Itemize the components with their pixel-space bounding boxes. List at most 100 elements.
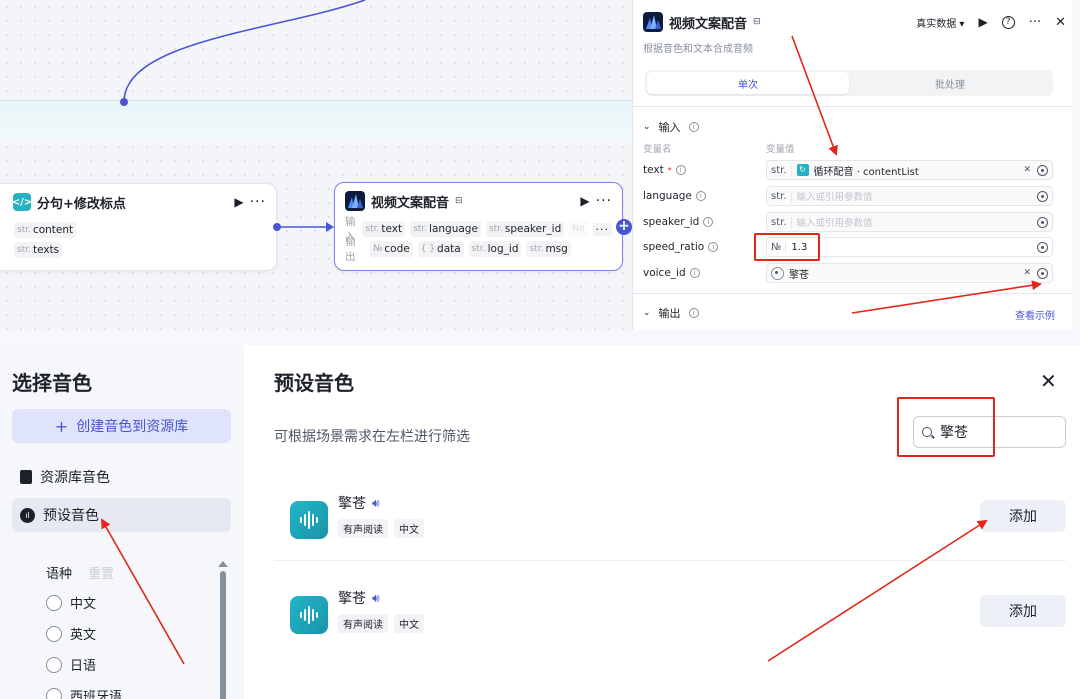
info-icon: i [688, 308, 699, 318]
info-icon: i [689, 268, 700, 278]
create-voice-button[interactable]: + 创建音色到资源库 [12, 409, 231, 443]
run-icon[interactable]: ▶ [978, 15, 987, 29]
var-ref-value: 循环配音 · contentList [813, 166, 919, 178]
output-label: 输出 [0, 235, 9, 265]
sidebar-item-label: 预设音色 [43, 508, 99, 524]
app-logo-icon [345, 191, 365, 211]
help-icon[interactable]: ? [1001, 15, 1015, 29]
output-tag: { } data [417, 241, 464, 257]
close-icon[interactable]: ✕ [1040, 369, 1057, 393]
info-icon: i [688, 122, 699, 132]
code-icon: </> [12, 193, 32, 211]
data-mode-select[interactable]: 真实数据 ▾ [916, 15, 964, 30]
voice-tag: 有声阅读 [338, 614, 388, 633]
var-value-text[interactable]: str. ↻ 循环配音 · contentList ✕ [766, 160, 1053, 180]
radio[interactable] [46, 594, 62, 611]
radio[interactable] [46, 656, 62, 673]
view-example-link[interactable]: 查看示例 [1015, 307, 1055, 322]
input-tag: str. language [410, 221, 481, 237]
voice-icon: ıl [20, 507, 35, 523]
highlight-speed-ratio [754, 233, 820, 261]
radio[interactable] [46, 687, 62, 699]
var-value-voice-id[interactable]: 擎苍 ✕ [766, 263, 1053, 283]
more-inputs-icon[interactable]: ··· [592, 222, 612, 236]
clear-icon[interactable]: ✕ [1023, 165, 1031, 175]
reference-icon[interactable] [1037, 190, 1048, 202]
more-icon[interactable]: ··· [1029, 15, 1041, 30]
speaker-icon[interactable]: 🔊︎ [372, 496, 380, 511]
input-section-header[interactable]: ⌄ 输入 i [643, 119, 699, 135]
filter-hint: 可根据场景需求在左栏进行筛选 [274, 429, 470, 445]
col-value: 变量值 [766, 144, 795, 155]
sidebar-item-preset-voices[interactable]: ıl 预设音色 [12, 498, 231, 532]
close-icon[interactable]: ✕ [1055, 15, 1066, 30]
radio[interactable] [46, 625, 62, 642]
voice-tag: 有声阅读 [338, 519, 388, 538]
node-split-sentence[interactable]: </> 分句+修改标点 ▶ ··· 输入 str.content 输出 str.… [0, 183, 277, 271]
plugin-badge-icon: ⊟ [753, 17, 761, 27]
plus-icon: + [54, 416, 69, 436]
section-title: 输入 [658, 121, 681, 134]
button-label: 创建音色到资源库 [76, 419, 189, 435]
reference-icon[interactable] [1037, 164, 1048, 176]
panel-title: 视频文案配音 [669, 16, 748, 32]
column-headers: 变量名 变量值 [643, 141, 795, 155]
play-icon[interactable]: ▶ [234, 195, 243, 209]
voice-tag: 中文 [394, 614, 424, 633]
panel-scrollbar[interactable] [1072, 0, 1080, 330]
sidebar-scrollbar[interactable] [218, 561, 228, 699]
var-value-speaker-id[interactable]: str. 输入或引用参数值 [766, 212, 1053, 232]
plugin-badge-icon: ⊟ [455, 196, 463, 206]
var-row-voice-id: voice_id i 擎苍 ✕ [643, 262, 1053, 284]
language-option[interactable]: 中文 [46, 593, 96, 612]
sidebar-item-library-voices[interactable]: 资源库音色 [12, 460, 231, 494]
run-mode-tabs: 单次 批处理 [645, 70, 1053, 96]
loop-icon: ↻ [796, 164, 809, 176]
var-name: language [643, 190, 692, 202]
input-tag: str. speaker_id [485, 221, 565, 237]
clear-icon[interactable]: ✕ [1023, 268, 1031, 278]
reference-icon[interactable] [1037, 267, 1048, 279]
reference-icon[interactable] [1037, 241, 1048, 253]
play-icon[interactable]: ▶ [580, 194, 589, 208]
output-tag: str. msg [526, 241, 571, 257]
var-name: text [643, 164, 664, 176]
node-title: 视频文案配音 [371, 195, 450, 211]
loop-port[interactable] [120, 98, 128, 106]
waveform-icon [290, 501, 328, 539]
var-row-text: text * i str. ↻ 循环配音 · contentList ✕ [643, 159, 1053, 181]
voice-tag: 中文 [394, 519, 424, 538]
more-icon[interactable]: ··· [250, 194, 266, 210]
speaker-icon[interactable]: 🔊︎ [372, 591, 380, 606]
add-voice-button[interactable]: 添加 [980, 500, 1066, 532]
input-tag: str. text [362, 221, 406, 237]
voice-name: 擎苍 [338, 591, 366, 607]
voice-item: 擎苍 🔊︎ 有声阅读 中文 添加 [274, 580, 1066, 670]
output-tag: str. texts [14, 242, 63, 258]
language-option[interactable]: 日语 [46, 655, 96, 674]
var-name: voice_id [643, 267, 686, 279]
node-video-tts[interactable]: 视频文案配音 ⊟ ▶ ··· 输入 str. text str. language … [334, 182, 623, 271]
waveform-icon [290, 596, 328, 634]
node-config-panel: 视频文案配音 ⊟ 真实数据 ▾ ▶ ? ··· ✕ 根据音色和文本合成音频 单次… [632, 0, 1080, 330]
more-icon[interactable]: ··· [596, 193, 612, 209]
language-option[interactable]: 英文 [46, 624, 96, 643]
workflow-canvas[interactable]: </> 分句+修改标点 ▶ ··· 输入 str.content 输出 str.… [0, 0, 632, 330]
var-row-speaker-id: speaker_id i str. 输入或引用参数值 [643, 211, 1053, 233]
voice-name: 擎苍 [338, 496, 366, 512]
tab-single[interactable]: 单次 [647, 72, 849, 94]
output-label: 输出 [345, 236, 356, 263]
language-option[interactable]: 西班牙语 [46, 686, 122, 699]
info-icon: i [695, 191, 706, 201]
reset-link[interactable]: 重置 [88, 563, 114, 582]
var-value-language[interactable]: str. 输入或引用参数值 [766, 186, 1053, 206]
add-node-button[interactable]: + [616, 219, 632, 235]
add-voice-button[interactable]: 添加 [980, 595, 1066, 627]
output-tag: № code [370, 241, 413, 257]
tab-batch[interactable]: 批处理 [849, 72, 1051, 94]
output-section-header[interactable]: ⌄ 输出 i [643, 305, 699, 321]
voice-sidebar: 选择音色 + 创建音色到资源库 资源库音色 ıl 预设音色 语种 重置 中文 英… [0, 345, 244, 699]
main-title: 预设音色 [274, 371, 354, 395]
output-port[interactable] [273, 223, 281, 231]
reference-icon[interactable] [1037, 216, 1048, 228]
